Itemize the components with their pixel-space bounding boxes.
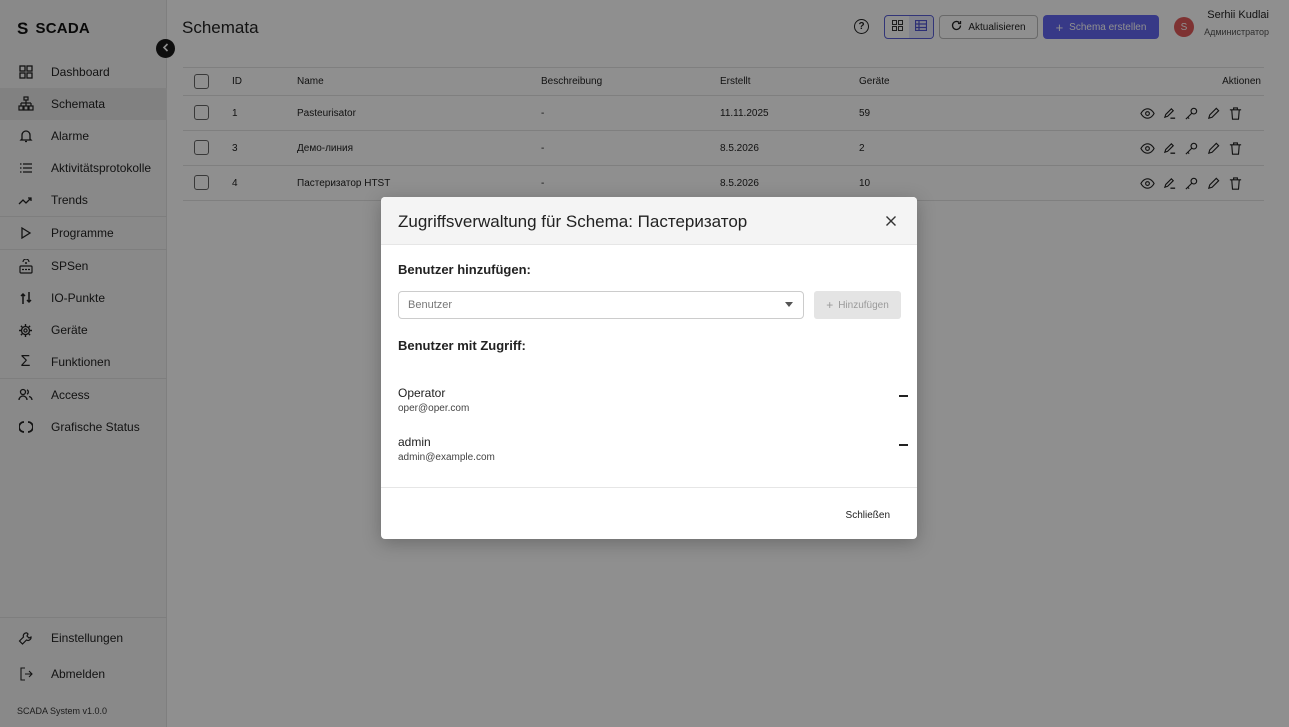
dialog-header: Zugriffsverwaltung für Schema: Пастериза… [381,197,917,245]
user-select[interactable]: Benutzer [398,291,804,319]
access-user-name: admin [398,435,431,449]
access-user-name: Operator [398,386,446,400]
list-item: Operator oper@oper.com [398,386,908,416]
remove-user-button[interactable] [899,395,908,398]
remove-user-button[interactable] [899,444,908,447]
plus-icon: + [826,298,834,312]
user-select-placeholder: Benutzer [408,299,453,311]
access-user-email: admin@example.com [398,452,495,463]
close-button[interactable]: Schließen [846,510,890,521]
close-icon[interactable] [885,210,897,232]
add-user-heading: Benutzer hinzufügen: [398,262,531,277]
access-user-email: oper@oper.com [398,403,470,414]
access-management-dialog: Zugriffsverwaltung für Schema: Пастериза… [381,197,917,539]
dialog-title: Zugriffsverwaltung für Schema: Пастериза… [398,212,748,231]
users-with-access-heading: Benutzer mit Zugriff: [398,338,526,353]
list-item: admin admin@example.com [398,435,908,465]
dialog-footer: Schließen [381,487,917,539]
chevron-down-icon [785,302,793,307]
add-user-button[interactable]: + Hinzufügen [814,291,901,319]
add-user-label: Hinzufügen [838,299,889,311]
